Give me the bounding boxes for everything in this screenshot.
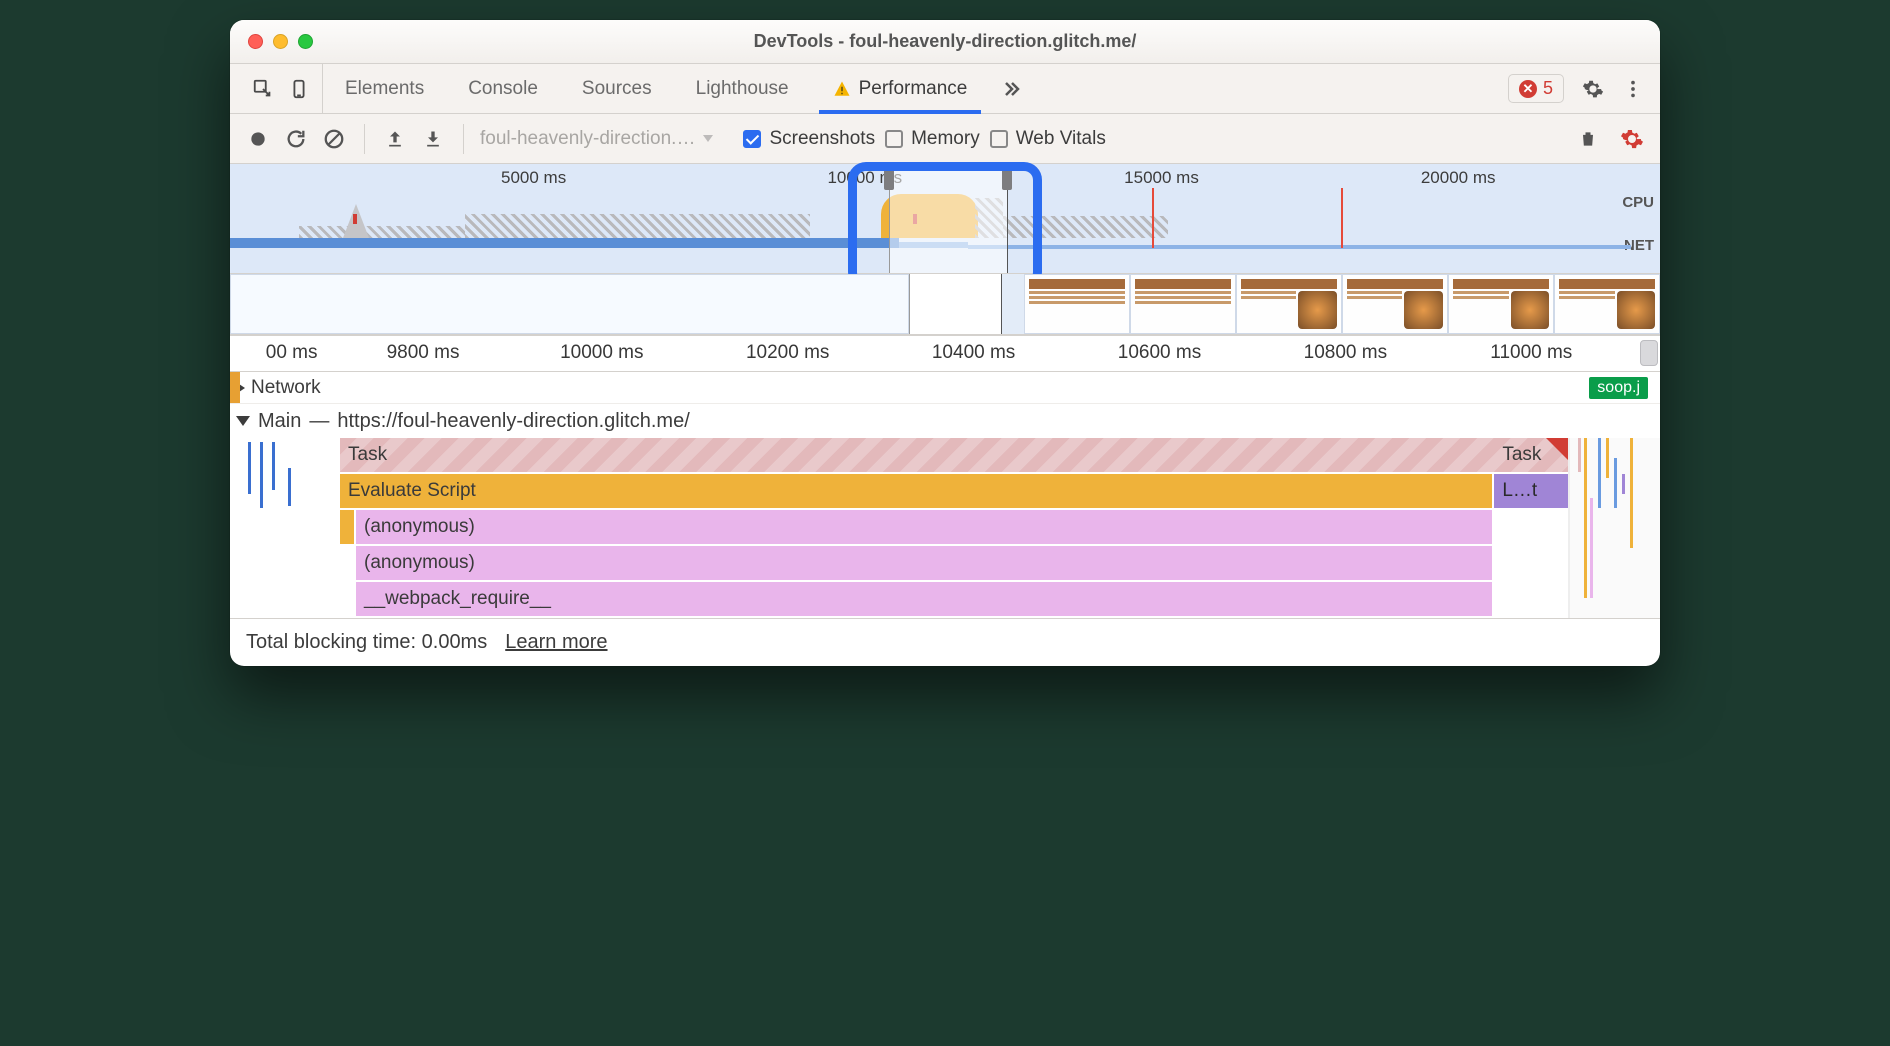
overview-vline	[1152, 188, 1154, 248]
track-label: Main	[258, 410, 301, 433]
profile-selector[interactable]: foul-heavenly-direction.…	[480, 128, 713, 150]
ruler-tick: 10800 ms	[1304, 342, 1387, 364]
tab-label: Console	[468, 78, 538, 100]
tab-performance[interactable]: Performance	[811, 64, 990, 113]
device-toggle-icon[interactable]	[288, 78, 310, 100]
track-area: Network soop.j Main — https://foul-heave…	[230, 372, 1660, 618]
overview-tick: 15000 ms	[1124, 168, 1199, 188]
track-label: Network	[251, 377, 321, 399]
devtools-window: DevTools - foul-heavenly-direction.glitc…	[230, 20, 1660, 666]
filmstrip-frame	[1342, 274, 1448, 334]
clear-button[interactable]	[320, 125, 348, 153]
dropdown-icon	[703, 135, 713, 142]
filmstrip-frame	[1130, 274, 1236, 334]
flame-anonymous[interactable]: (anonymous)	[356, 546, 1492, 580]
more-tabs-icon[interactable]	[999, 77, 1023, 101]
overview-vline	[1341, 188, 1343, 248]
separator	[364, 124, 365, 154]
flame-task[interactable]: Task	[340, 438, 1568, 472]
checkbox-label: Screenshots	[769, 128, 875, 150]
inspect-icon[interactable]	[252, 78, 274, 100]
panel-tabbar: Elements Console Sources Lighthouse Perf…	[230, 64, 1660, 114]
capture-settings-icon[interactable]	[1618, 125, 1646, 153]
checkbox-label: Memory	[911, 128, 980, 150]
filmstrip-frame	[1024, 274, 1130, 334]
ruler-tick: 10200 ms	[746, 342, 829, 364]
network-file-chip[interactable]: soop.j	[1589, 377, 1648, 399]
memory-checkbox[interactable]: Memory	[885, 128, 980, 150]
flame-task[interactable]: Task	[1494, 438, 1568, 472]
warning-icon	[833, 80, 851, 98]
tab-label: Elements	[345, 78, 424, 100]
upload-button[interactable]	[381, 125, 409, 153]
profile-name: foul-heavenly-direction.…	[480, 128, 695, 150]
flame-chart[interactable]: Task Evaluate Script (anonymous) (anonym…	[230, 438, 1660, 618]
minimize-button[interactable]	[273, 34, 288, 49]
ruler-tick: 10600 ms	[1118, 342, 1201, 364]
maximize-button[interactable]	[298, 34, 313, 49]
network-track-header[interactable]: Network soop.j	[230, 372, 1660, 404]
filmstrip-frame	[1554, 274, 1660, 334]
timeline-overview[interactable]: 5000 ms 10000 ms 15000 ms 20000 ms CPU N…	[230, 164, 1660, 274]
error-count: 5	[1543, 78, 1553, 99]
flame-webpack-require[interactable]: __webpack_require__	[356, 582, 1492, 616]
tab-lighthouse[interactable]: Lighthouse	[674, 64, 811, 113]
main-track-header[interactable]: Main — https://foul-heavenly-direction.g…	[230, 404, 1660, 438]
window-title: DevTools - foul-heavenly-direction.glitc…	[230, 31, 1660, 52]
range-handle-right[interactable]	[1002, 166, 1012, 190]
range-handle-left[interactable]	[884, 166, 894, 190]
collapse-icon	[236, 416, 250, 426]
scrollbar-thumb[interactable]	[1640, 340, 1658, 366]
overview-marker	[353, 214, 357, 224]
tab-console[interactable]: Console	[446, 64, 560, 113]
download-button[interactable]	[419, 125, 447, 153]
reload-record-button[interactable]	[282, 125, 310, 153]
main-url: https://foul-heavenly-direction.glitch.m…	[337, 410, 689, 433]
record-button[interactable]	[244, 125, 272, 153]
settings-icon[interactable]	[1582, 78, 1604, 100]
detail-ruler[interactable]: 00 ms 9800 ms 10000 ms 10200 ms 10400 ms…	[230, 336, 1660, 372]
error-counter[interactable]: ✕ 5	[1508, 74, 1564, 103]
kebab-menu-icon[interactable]	[1622, 78, 1644, 100]
ruler-tick: 00 ms	[266, 342, 318, 364]
performance-toolbar: foul-heavenly-direction.… Screenshots Me…	[230, 114, 1660, 164]
close-button[interactable]	[248, 34, 263, 49]
tab-label: Sources	[582, 78, 652, 100]
ruler-tick: 10400 ms	[932, 342, 1015, 364]
tab-elements[interactable]: Elements	[323, 64, 446, 113]
ruler-tick: 11000 ms	[1490, 342, 1572, 364]
ruler-tick: 10000 ms	[560, 342, 643, 364]
flame-anonymous[interactable]: (anonymous)	[356, 510, 1492, 544]
filmstrip-frame	[1236, 274, 1342, 334]
ruler-tick: 9800 ms	[387, 342, 460, 364]
summary-footer: Total blocking time: 0.00ms Learn more	[230, 618, 1660, 666]
lane-label-cpu: CPU	[1622, 194, 1654, 211]
filmstrip-frame	[1448, 274, 1554, 334]
overview-tick: 5000 ms	[501, 168, 566, 188]
tab-label: Lighthouse	[696, 78, 789, 100]
separator	[463, 124, 464, 154]
screenshot-filmstrip[interactable]	[230, 274, 1660, 336]
webvitals-checkbox[interactable]: Web Vitals	[990, 128, 1106, 150]
total-blocking-time: Total blocking time: 0.00ms	[246, 631, 487, 654]
learn-more-link[interactable]: Learn more	[505, 631, 607, 654]
window-controls	[230, 34, 313, 49]
overview-tick: 20000 ms	[1421, 168, 1496, 188]
flame-layout[interactable]: L…t	[1494, 474, 1568, 508]
flame-evaluate-script[interactable]: Evaluate Script	[340, 474, 1492, 508]
tab-sources[interactable]: Sources	[560, 64, 674, 113]
error-icon: ✕	[1519, 80, 1537, 98]
screenshots-checkbox[interactable]: Screenshots	[743, 128, 875, 150]
titlebar: DevTools - foul-heavenly-direction.glitc…	[230, 20, 1660, 64]
tab-label: Performance	[859, 78, 968, 100]
flame-minimap	[1570, 438, 1660, 618]
checkbox-label: Web Vitals	[1016, 128, 1106, 150]
trash-button[interactable]	[1574, 125, 1602, 153]
